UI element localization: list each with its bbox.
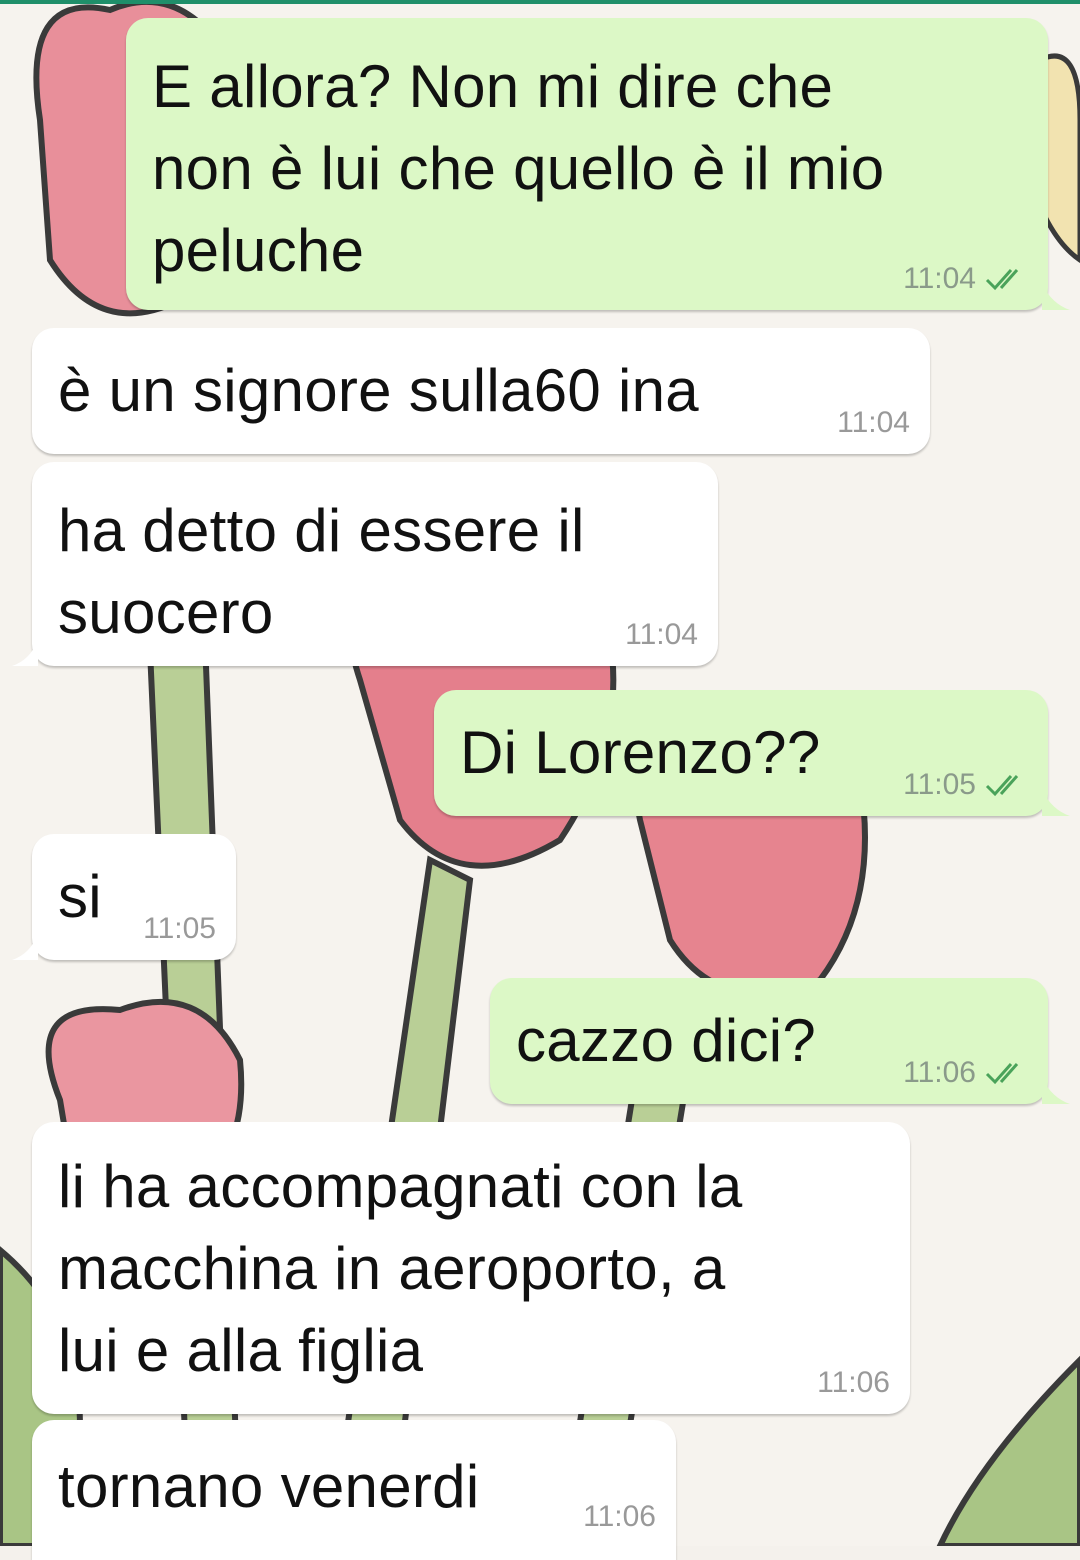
message-meta: 11:06	[903, 1056, 1028, 1090]
message-time: 11:04	[625, 618, 698, 651]
message-time: 11:05	[903, 768, 976, 801]
bubble-tail	[1042, 284, 1070, 310]
message-bubble-incoming[interactable]: tornano venerdi 11:06	[32, 1420, 676, 1560]
message-text: E allora? Non mi dire che non è lui che …	[152, 53, 885, 284]
message-text: tornano venerdi	[58, 1453, 480, 1520]
message-bubble-incoming[interactable]: si 11:05	[12, 834, 236, 960]
message-time: 11:06	[583, 1500, 656, 1533]
message-text: ha detto di essere il suocero	[58, 497, 585, 646]
bubble-tail	[12, 934, 38, 960]
message-text: li ha accompagnati con la macchina in ae…	[58, 1153, 743, 1384]
message-meta: 11:04	[837, 406, 910, 440]
message-time: 11:06	[903, 1056, 976, 1089]
message-text: si	[58, 863, 102, 930]
bubble-tail	[12, 640, 38, 666]
double-check-icon	[985, 1063, 1019, 1085]
message-meta: 11:05	[903, 768, 1028, 802]
message-bubble-outgoing[interactable]: E allora? Non mi dire che non è lui che …	[126, 18, 1070, 310]
message-text: è un signore sulla60 ina	[58, 357, 699, 424]
message-time: 11:04	[837, 406, 910, 439]
message-bubble-incoming[interactable]: ha detto di essere il suocero 11:04	[12, 462, 718, 666]
message-text: cazzo dici?	[516, 1007, 817, 1074]
double-check-icon	[985, 775, 1019, 797]
message-time: 11:06	[817, 1366, 890, 1399]
message-bubble-incoming[interactable]: è un signore sulla60 ina 11:04	[32, 328, 930, 454]
message-meta: 11:04	[903, 262, 1028, 296]
message-meta: 11:04	[625, 618, 698, 652]
message-time: 11:05	[143, 912, 216, 945]
message-meta: 11:06	[583, 1500, 656, 1534]
message-bubble-outgoing[interactable]: cazzo dici? 11:06	[490, 978, 1070, 1104]
message-meta: 11:06	[817, 1366, 890, 1400]
bubble-tail	[1042, 790, 1070, 816]
message-bubble-outgoing[interactable]: Di Lorenzo?? 11:05	[434, 690, 1070, 816]
double-check-icon	[985, 269, 1019, 291]
message-meta: 11:05	[143, 912, 216, 946]
message-text: Di Lorenzo??	[460, 719, 821, 786]
top-accent-line	[0, 0, 1080, 4]
message-bubble-incoming[interactable]: li ha accompagnati con la macchina in ae…	[32, 1122, 910, 1414]
bubble-tail	[1042, 1078, 1070, 1104]
message-time: 11:04	[903, 262, 976, 295]
